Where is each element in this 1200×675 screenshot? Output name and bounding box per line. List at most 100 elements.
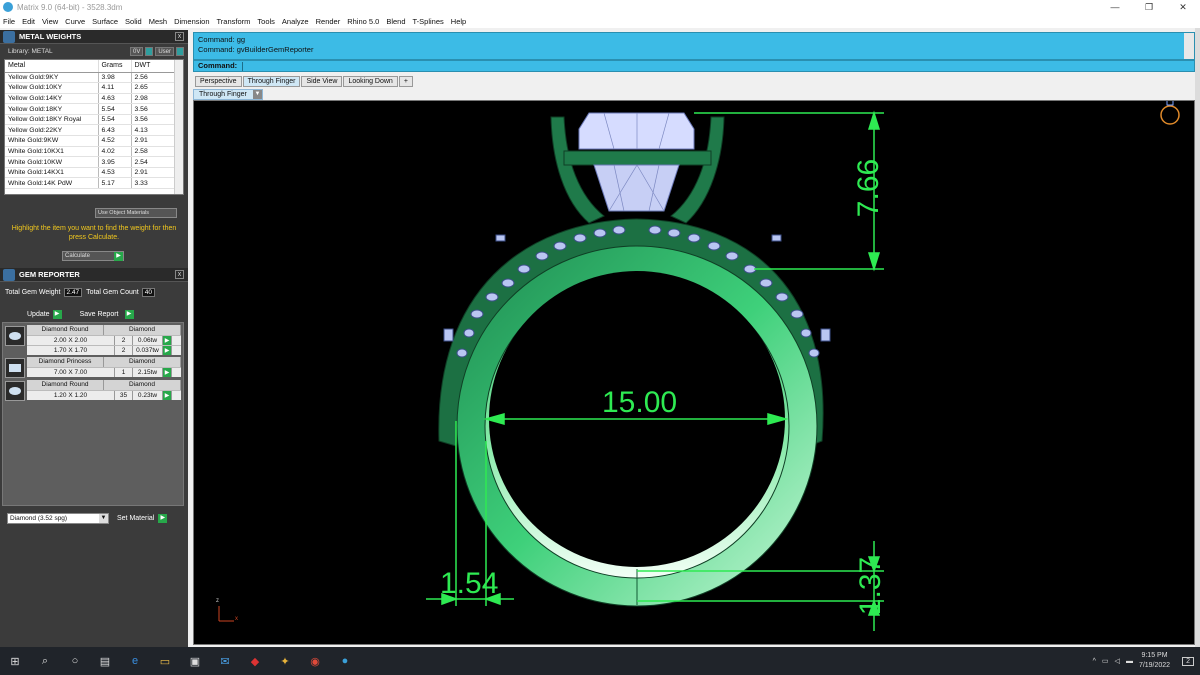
save-report-label[interactable]: Save Report [80,311,119,318]
table-row[interactable]: White Gold:14K PdW 5.17 3.33 [5,177,175,190]
left-panel: METAL WEIGHTS x Library: METAL 0V User M… [0,30,188,647]
chrome-icon[interactable]: ◉ [300,647,330,675]
task-view-icon[interactable]: ▤ [90,647,120,675]
update-button[interactable]: ▶ [52,309,62,319]
col-grams[interactable]: Grams [98,60,132,73]
gem-group[interactable]: Diamond Round Diamond 2.00 X 2.00 2 0.06tw ▶… [5,325,181,355]
select-gem-button[interactable]: ▶ [163,346,172,355]
volume-icon[interactable]: ◁ [1115,657,1120,665]
gem-totals: Total Gem Weight 2.47 Total Gem Count 40 [0,286,188,298]
notification-icon[interactable]: 2 [1182,656,1194,666]
tab-through-finger[interactable]: Through Finger [242,76,301,87]
col-metal[interactable]: Metal [5,60,99,73]
table-row[interactable]: Yellow Gold:9KY 3.98 2.56 [5,72,175,84]
close-icon[interactable]: x [175,270,184,279]
menu-rhino[interactable]: Rhino 5.0 [347,17,379,26]
tab-looking-down[interactable]: Looking Down [343,76,398,87]
search-icon[interactable]: ⌕ [30,647,60,675]
save-report-button[interactable]: ▶ [124,309,134,319]
tab-side-view[interactable]: Side View [301,76,343,87]
menu-file[interactable]: File [3,17,15,26]
total-gem-weight-value: 2.47 [63,287,83,297]
viewport-title[interactable]: Through Finger ▼ [193,89,263,100]
gem-size-row[interactable]: 2.00 X 2.00 2 0.06tw ▶ [27,335,181,345]
chevron-up-icon[interactable]: ^ [1093,658,1096,665]
store-icon[interactable]: ▣ [180,647,210,675]
metal-table: Metal Grams DWT Yellow Gold:9KY 3.98 2.56 … [4,59,184,195]
file-explorer-icon[interactable]: ▭ [150,647,180,675]
update-label[interactable]: Update [27,311,50,318]
select-gem-button[interactable]: ▶ [163,336,172,345]
command-prompt: Command: [198,61,238,70]
menu-view[interactable]: View [42,17,58,26]
clock[interactable]: 9:15 PM 7/19/2022 [1139,651,1170,671]
close-icon[interactable]: x [175,32,184,41]
table-row[interactable]: Yellow Gold:22KY 6.43 4.13 [5,124,175,137]
menu-analyze[interactable]: Analyze [282,17,309,26]
set-material-label[interactable]: Set Material [117,515,154,522]
table-row[interactable]: White Gold:14KX1 4.53 2.91 [5,167,175,179]
menu-edit[interactable]: Edit [22,17,35,26]
menu-help[interactable]: Help [451,17,466,26]
minimize-button[interactable]: — [1098,0,1132,14]
viewport[interactable]: 7.66 15.00 1.54 1.37 z x [193,100,1195,645]
gem-group[interactable]: Diamond Princess Diamond 7.00 X 7.00 1 2.15… [5,357,181,378]
close-button[interactable]: ✕ [1166,0,1200,14]
tab-perspective[interactable]: Perspective [195,76,242,87]
menu-tsplines[interactable]: T-Splines [413,17,444,26]
menu-surface[interactable]: Surface [92,17,118,26]
cortana-icon[interactable]: ○ [60,647,90,675]
gem-size-row[interactable]: 1.70 X 1.70 2 0.037tw ▶ [27,345,181,355]
table-row[interactable]: Yellow Gold:18KY 5.54 3.56 [5,103,175,115]
menu-transform[interactable]: Transform [217,17,251,26]
edge-icon[interactable]: e [120,647,150,675]
matrix-app-icon[interactable]: ● [330,647,360,675]
gem-list: Diamond Round Diamond 2.00 X 2.00 2 0.06tw ▶… [2,322,184,506]
set-material-button[interactable]: ▶ [158,513,168,523]
metal-table-scrollbar[interactable] [174,60,183,194]
total-gem-weight-label: Total Gem Weight [5,288,61,296]
gem-group[interactable]: Diamond Round Diamond 1.20 X 1.20 35 0.23tw… [5,380,181,401]
col-dwt[interactable]: DWT [131,60,175,73]
windows-start-icon[interactable]: ⊞ [0,647,30,675]
diamond-princess-icon [5,358,25,378]
app-icon-red[interactable]: ◆ [240,647,270,675]
calculate-button[interactable]: Calculate ▶ [62,251,124,261]
menu-dimension[interactable]: Dimension [174,17,209,26]
maximize-button[interactable]: ❐ [1132,0,1166,14]
chevron-down-icon: ▼ [253,90,262,99]
select-gem-button[interactable]: ▶ [163,368,172,377]
keyboard-icon[interactable]: ▬ [1126,658,1133,665]
select-gem-button[interactable]: ▶ [163,391,172,400]
table-row[interactable]: Yellow Gold:10KY 4.11 2.65 [5,82,175,94]
network-icon[interactable]: ▭ [1102,657,1109,665]
table-row[interactable]: Yellow Gold:14KY 4.63 2.98 [5,93,175,105]
command-input[interactable] [242,62,1184,71]
total-gem-count-value: 40 [141,287,155,297]
material-select[interactable]: Diamond (3.52 spg) ▼ [7,512,109,524]
library-user-toggle[interactable] [176,47,184,56]
use-object-materials-button[interactable]: Use Object Materials [95,208,177,218]
command-line: Command: [193,60,1195,72]
library-user-button[interactable]: User [155,47,174,56]
library-version-toggle[interactable] [145,47,154,56]
axis-indicator [218,606,234,622]
menu-blend[interactable]: Blend [386,17,405,26]
gem-size-row[interactable]: 7.00 X 7.00 1 2.15tw ▶ [27,367,181,377]
table-row[interactable]: White Gold:10KX1 4.02 2.58 [5,146,175,158]
app-icon-pinwheel[interactable]: ✦ [270,647,300,675]
menu-tools[interactable]: Tools [257,17,275,26]
axis-label-x: x [235,616,238,622]
command-scrollbar[interactable] [1184,33,1194,59]
menu-render[interactable]: Render [316,17,341,26]
mail-icon[interactable]: ✉ [210,647,240,675]
library-version-button[interactable]: 0V [129,47,144,56]
table-row[interactable]: White Gold:10KW 3.95 2.54 [5,156,175,168]
add-tab-button[interactable]: + [398,76,413,87]
menu-solid[interactable]: Solid [125,17,142,26]
gem-size-row[interactable]: 1.20 X 1.20 35 0.23tw ▶ [27,390,181,400]
table-row[interactable]: Yellow Gold:18KY Royal 5.54 3.56 [5,114,175,126]
menu-mesh[interactable]: Mesh [149,17,167,26]
menu-curve[interactable]: Curve [65,17,85,26]
table-row[interactable]: White Gold:9KW 4.52 2.91 [5,135,175,147]
